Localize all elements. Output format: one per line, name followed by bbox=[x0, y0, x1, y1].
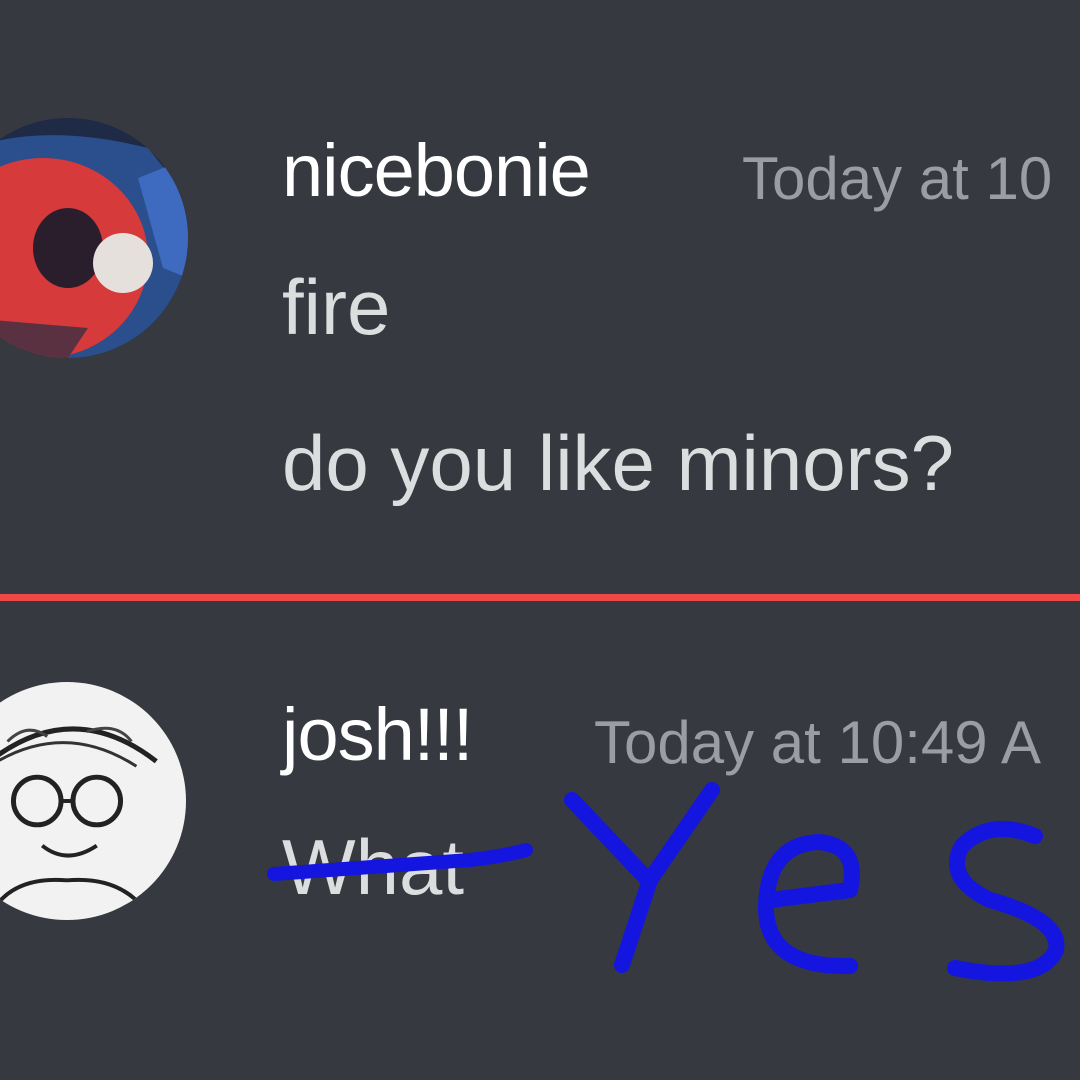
annotation-letter-s bbox=[947, 820, 1065, 982]
new-messages-divider bbox=[0, 594, 1080, 601]
message-text: What bbox=[282, 823, 465, 911]
avatar-nicebonie[interactable] bbox=[0, 118, 188, 358]
avatar-josh[interactable] bbox=[0, 682, 186, 920]
username[interactable]: josh!!! bbox=[282, 692, 473, 777]
timestamp[interactable]: Today at 10 bbox=[742, 144, 1052, 213]
avatar-image bbox=[0, 682, 186, 920]
annotation-letter-e bbox=[758, 834, 860, 975]
message-text: fire bbox=[282, 263, 391, 351]
username[interactable]: nicebonie bbox=[282, 128, 591, 213]
message-text: do you like minors? bbox=[282, 419, 954, 507]
timestamp[interactable]: Today at 10:49 A bbox=[594, 708, 1041, 777]
avatar-image bbox=[0, 118, 188, 358]
annotation-letter-y bbox=[564, 782, 720, 973]
